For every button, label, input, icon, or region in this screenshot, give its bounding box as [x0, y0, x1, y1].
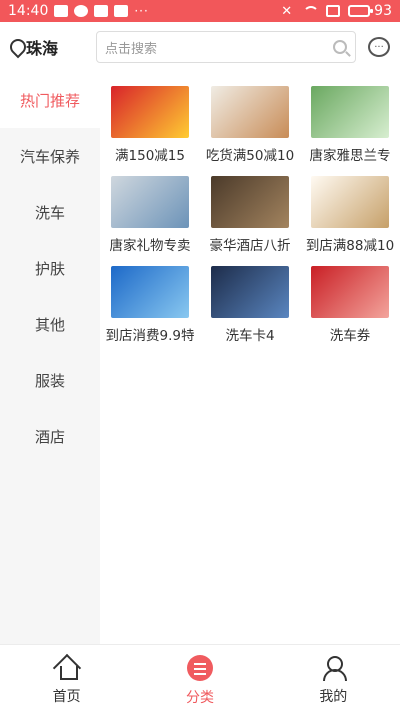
- product-item[interactable]: 满150减15: [100, 86, 200, 164]
- status-bar: 14:40 ··· ✕ 93: [0, 0, 400, 22]
- video-icon: [54, 5, 69, 17]
- battery-icon: [348, 5, 374, 17]
- location-pin-icon: [10, 39, 22, 55]
- user-icon: [321, 655, 348, 681]
- mute-icon: ✕: [281, 3, 293, 19]
- sidebar-item[interactable]: 其他: [0, 296, 100, 352]
- sidebar-item[interactable]: 汽车保养: [0, 128, 100, 184]
- battery-level: 93: [374, 3, 392, 19]
- category-icon: [186, 654, 213, 681]
- city-name: 珠海: [26, 39, 59, 58]
- product-label: 洗车券: [329, 328, 371, 344]
- search-placeholder: 点击搜索: [105, 41, 158, 57]
- sidebar-item[interactable]: 洗车: [0, 184, 100, 240]
- message-icon[interactable]: ···: [368, 37, 390, 57]
- more-notifications-icon: ···: [134, 4, 149, 18]
- tab-category[interactable]: 分类: [133, 645, 266, 716]
- product-thumbnail[interactable]: [211, 266, 289, 318]
- tab-label: 首页: [52, 688, 81, 705]
- product-thumbnail[interactable]: [311, 176, 389, 228]
- product-item[interactable]: 洗车券: [300, 266, 400, 344]
- product-label: 满150减15: [115, 148, 185, 164]
- category-sidebar: 热门推荐 汽车保养 洗车 护肤 其他 服装 酒店: [0, 72, 100, 644]
- product-item[interactable]: 唐家礼物专卖: [100, 176, 200, 254]
- product-item[interactable]: 到店满88减10: [300, 176, 400, 254]
- tab-home[interactable]: 首页: [0, 645, 133, 716]
- product-panel: 满150减15 吃货满50减10 唐家雅思兰专唐家礼物专卖 豪华酒店八折 到店满88减1…: [100, 72, 400, 644]
- home-icon: [54, 656, 80, 680]
- product-thumbnail[interactable]: [311, 266, 389, 318]
- product-grid: 满150减15 吃货满50减10 唐家雅思兰专唐家礼物专卖 豪华酒店八折 到店满88减1…: [100, 72, 400, 344]
- product-label: 吃货满50减10: [205, 148, 295, 164]
- product-thumbnail[interactable]: [111, 176, 189, 228]
- wifi-icon: [300, 5, 320, 17]
- product-item[interactable]: 唐家雅思兰专: [300, 86, 400, 164]
- product-thumbnail[interactable]: [211, 176, 289, 228]
- tab-me[interactable]: 我的: [267, 645, 400, 716]
- tab-label: 分类: [185, 689, 214, 706]
- tab-label: 我的: [319, 688, 348, 705]
- header: 珠海 点击搜索 ···: [0, 22, 400, 72]
- product-thumbnail[interactable]: [111, 266, 189, 318]
- product-item[interactable]: 豪华酒店八折: [200, 176, 300, 254]
- sidebar-item[interactable]: 服装: [0, 352, 100, 408]
- product-label: 豪华酒店八折: [209, 238, 291, 254]
- search-input[interactable]: 点击搜索: [96, 31, 356, 63]
- sidebar-item[interactable]: 护肤: [0, 240, 100, 296]
- product-item[interactable]: 吃货满50减10: [200, 86, 300, 164]
- product-thumbnail[interactable]: [311, 86, 389, 138]
- screen-icon: [326, 5, 341, 17]
- battery: 93: [348, 3, 392, 19]
- mail-icon: [94, 5, 109, 17]
- sidebar-item[interactable]: 酒店: [0, 408, 100, 464]
- location-selector[interactable]: 珠海: [10, 35, 96, 59]
- product-item[interactable]: 洗车卡4: [200, 266, 300, 344]
- bottom-tab-bar: 首页 分类 我的: [0, 644, 400, 716]
- search-icon[interactable]: [333, 40, 347, 54]
- product-label: 到店满88减10: [305, 238, 395, 254]
- sidebar-item[interactable]: 热门推荐: [0, 72, 100, 128]
- product-label: 到店消费9.9特: [105, 328, 195, 344]
- product-label: 唐家礼物专卖: [109, 238, 191, 254]
- product-label: 洗车卡4: [225, 328, 275, 344]
- clock: 14:40: [8, 3, 49, 19]
- product-thumbnail[interactable]: [211, 86, 289, 138]
- product-item[interactable]: 到店消费9.9特: [100, 266, 200, 344]
- chat-bubble-icon: [74, 5, 89, 17]
- product-thumbnail[interactable]: [111, 86, 189, 138]
- product-label: 唐家雅思兰专: [309, 148, 391, 164]
- book-icon: [114, 5, 129, 17]
